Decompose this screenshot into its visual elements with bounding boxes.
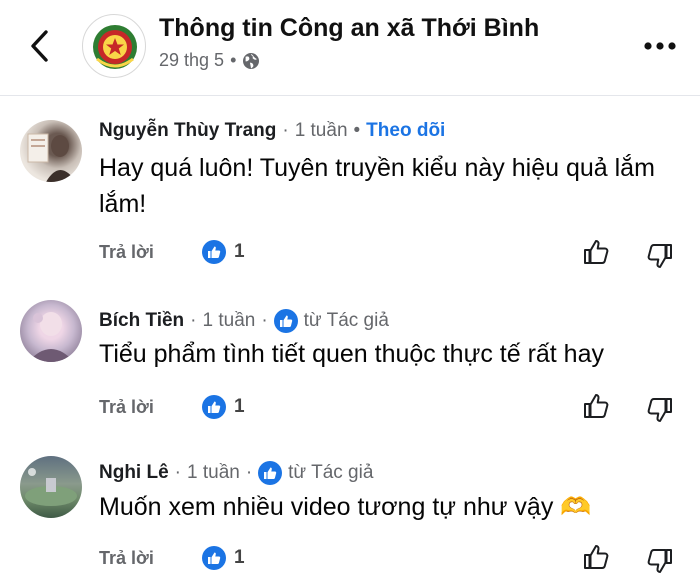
thumbs-up-badge-icon bbox=[202, 395, 226, 419]
post-date[interactable]: 29 thg 5 bbox=[159, 50, 224, 71]
comment-header: Nghi Lê · 1 tuần · từ Tác giả bbox=[99, 461, 373, 485]
thumbs-up-badge-icon bbox=[273, 309, 298, 333]
post-header: Thông tin Công an xã Thới Bình 29 thg 5 … bbox=[0, 0, 700, 96]
separator: • bbox=[353, 120, 361, 141]
page-avatar[interactable] bbox=[82, 14, 146, 78]
more-options-button[interactable] bbox=[640, 34, 680, 58]
commenter-name[interactable]: Nghi Lê bbox=[99, 462, 169, 484]
comment-actions: Trả lời bbox=[99, 242, 154, 263]
commenter-name[interactable]: Nguyễn Thùy Trang bbox=[99, 120, 276, 142]
separator: · bbox=[261, 310, 268, 331]
more-horizontal-icon bbox=[644, 42, 676, 50]
police-emblem-icon bbox=[93, 25, 137, 69]
header-divider bbox=[0, 95, 700, 96]
comment-actions: Trả lời bbox=[99, 548, 154, 569]
comment-text: Hay quá luôn! Tuyên truyền kiểu này hiệu… bbox=[99, 154, 655, 218]
thumbs-down-icon bbox=[647, 549, 672, 573]
back-button[interactable] bbox=[24, 26, 56, 66]
commenter-avatar[interactable] bbox=[20, 456, 82, 518]
globe-icon bbox=[243, 52, 260, 69]
like-count[interactable]: 1 bbox=[202, 395, 245, 419]
meta-separator: • bbox=[230, 50, 237, 70]
thumbs-up-icon bbox=[584, 545, 609, 569]
separator: · bbox=[174, 462, 181, 483]
thumbs-down-icon bbox=[647, 398, 672, 422]
thumbs-up-badge-icon bbox=[202, 240, 226, 264]
author-reaction: từ Tác giả bbox=[273, 309, 389, 333]
comment-time[interactable]: 1 tuần bbox=[295, 120, 348, 142]
dislike-button[interactable] bbox=[646, 547, 674, 575]
avatar-image bbox=[27, 133, 76, 182]
chevron-left-icon bbox=[31, 30, 48, 62]
thumbs-up-icon bbox=[584, 240, 609, 264]
separator: · bbox=[282, 120, 289, 141]
like-count-value: 1 bbox=[234, 396, 245, 417]
like-count-value: 1 bbox=[234, 547, 245, 568]
comment-time[interactable]: 1 tuần bbox=[187, 462, 240, 484]
commenter-avatar[interactable] bbox=[20, 120, 82, 182]
author-reaction-label: từ Tác giả bbox=[288, 462, 374, 483]
author-reaction-label: từ Tác giả bbox=[303, 310, 389, 331]
comment-text: Tiểu phẩm tình tiết quen thuộc thực tế r… bbox=[99, 340, 604, 368]
avatar-image bbox=[28, 312, 74, 362]
dislike-button[interactable] bbox=[646, 242, 674, 270]
comment-header: Bích Tiền · 1 tuần · từ Tác giả bbox=[99, 309, 389, 333]
dislike-button[interactable] bbox=[646, 396, 674, 424]
thumbs-up-icon bbox=[584, 394, 609, 418]
commenter-avatar[interactable] bbox=[20, 300, 82, 362]
comment-time[interactable]: 1 tuần bbox=[203, 310, 256, 332]
comment-header: Nguyễn Thùy Trang · 1 tuần • Theo dõi bbox=[99, 120, 445, 142]
post-meta: 29 thg 5 • bbox=[159, 50, 260, 71]
page-title[interactable]: Thông tin Công an xã Thới Bình bbox=[159, 14, 539, 43]
like-button[interactable] bbox=[582, 392, 610, 420]
commenter-name[interactable]: Bích Tiền bbox=[99, 310, 184, 332]
like-count-value: 1 bbox=[234, 241, 245, 262]
thumbs-down-icon bbox=[647, 244, 672, 268]
reply-button[interactable]: Trả lời bbox=[99, 242, 154, 263]
follow-button[interactable]: Theo dõi bbox=[366, 120, 445, 142]
separator: · bbox=[190, 310, 197, 331]
like-button[interactable] bbox=[582, 238, 610, 266]
like-count[interactable]: 1 bbox=[202, 546, 245, 570]
author-reaction: từ Tác giả bbox=[258, 461, 373, 485]
thumbs-up-badge-icon bbox=[202, 546, 226, 570]
avatar-image bbox=[25, 468, 77, 506]
reply-button[interactable]: Trả lời bbox=[99, 397, 154, 418]
comment-text: Muốn xem nhiều video tương tự như vậy 🫶 bbox=[99, 493, 592, 521]
comment-actions: Trả lời bbox=[99, 397, 154, 418]
like-button[interactable] bbox=[582, 543, 610, 571]
thumbs-up-badge-icon bbox=[258, 461, 283, 485]
like-count[interactable]: 1 bbox=[202, 240, 245, 264]
reply-button[interactable]: Trả lời bbox=[99, 548, 154, 569]
separator: · bbox=[245, 462, 253, 483]
